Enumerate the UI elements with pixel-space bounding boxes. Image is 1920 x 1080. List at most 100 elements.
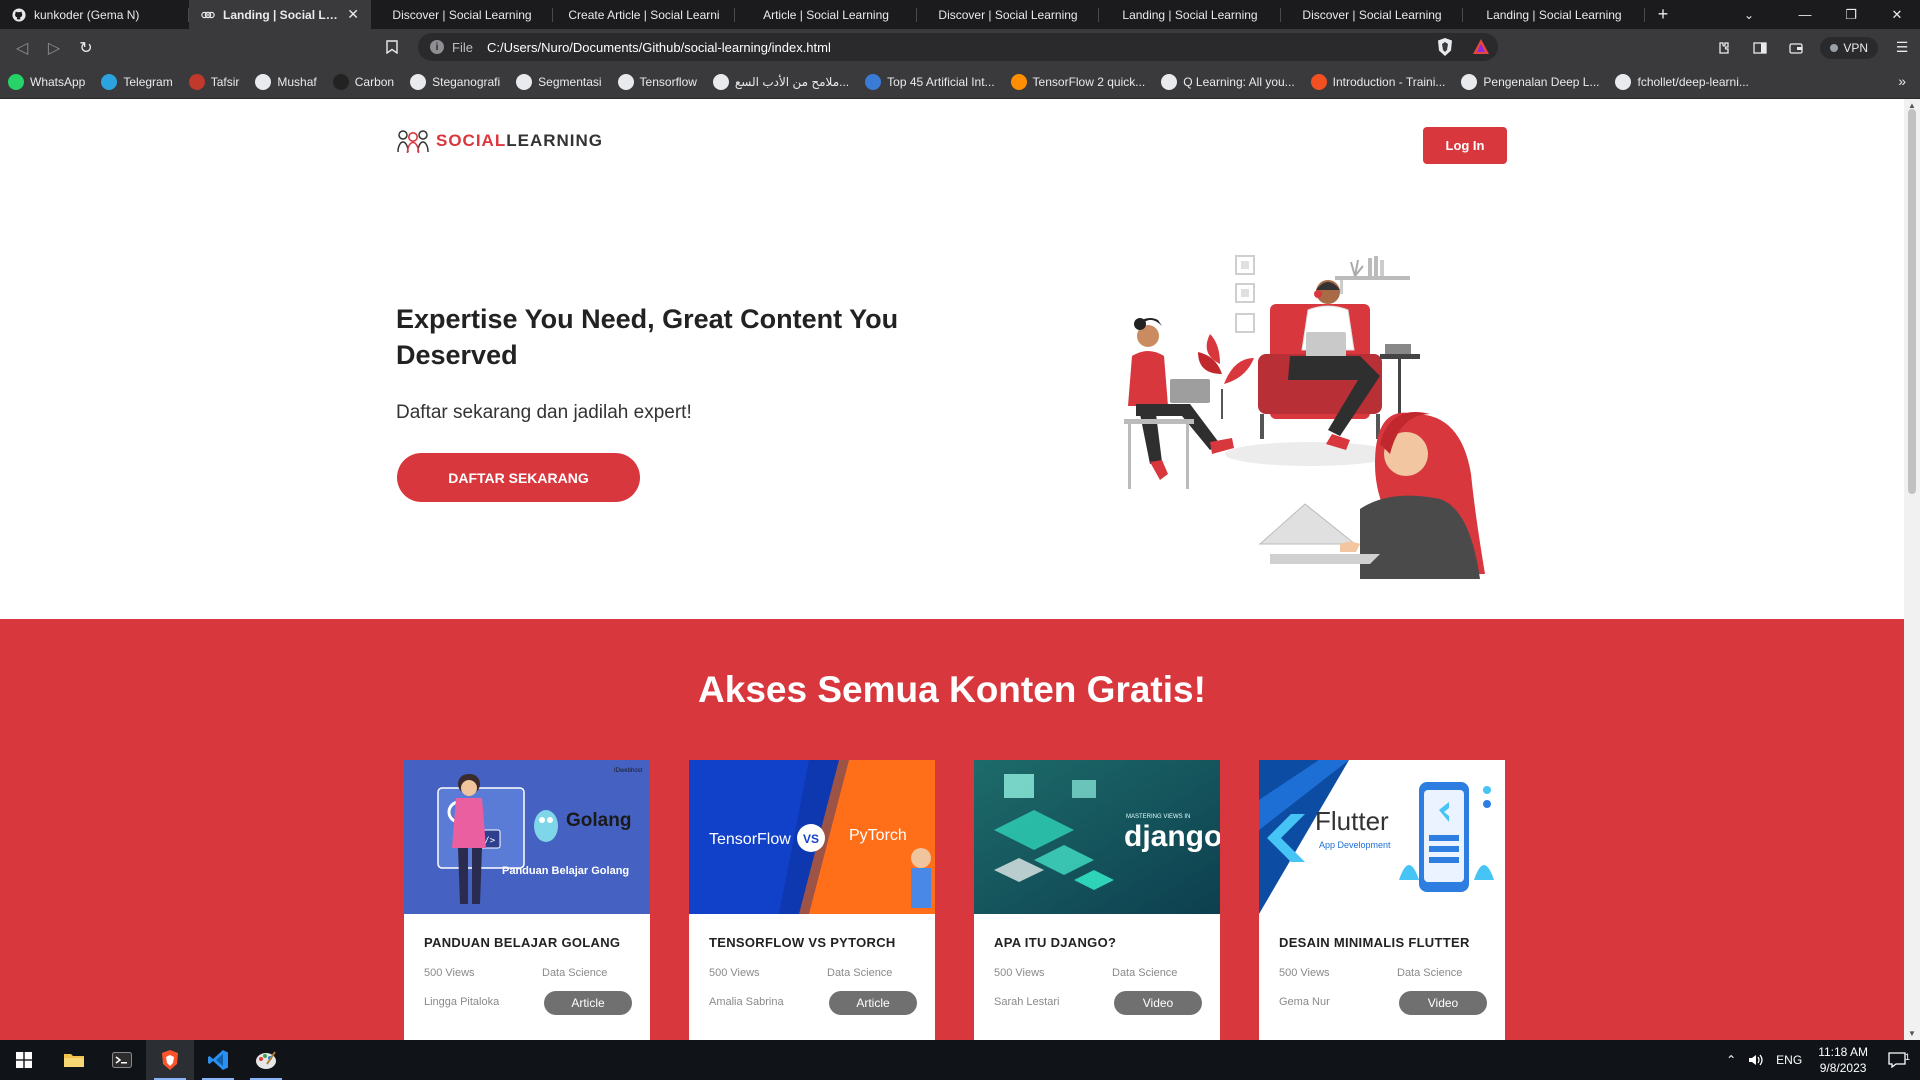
login-button[interactable]: Log In — [1423, 127, 1507, 164]
content-card-flutter[interactable]: Flutter App Development DESAIN MINIMALIS… — [1259, 760, 1505, 1040]
github-icon — [1615, 74, 1632, 90]
bookmark-item[interactable]: fchollet/deep-learni... — [1615, 74, 1749, 90]
tab-4[interactable]: Article | Social Learning — [735, 0, 917, 29]
tafsir-icon — [188, 74, 205, 90]
bookmark-label: Steganografi — [432, 75, 501, 89]
card-category: Data Science — [827, 967, 893, 979]
page-scrollbar[interactable]: ▲ ▼ — [1904, 99, 1920, 1040]
social-learning-icon — [201, 8, 215, 22]
scroll-down-arrow-icon[interactable]: ▼ — [1907, 1029, 1917, 1038]
brave-icon[interactable] — [146, 1040, 194, 1080]
tab-title: kunkoder (Gema N) — [34, 7, 140, 22]
tab-7[interactable]: Discover | Social Learning — [1281, 0, 1463, 29]
paint-icon[interactable] — [242, 1040, 290, 1080]
tab-search-chevron-icon[interactable]: ⌄ — [1731, 0, 1767, 29]
bookmark-item[interactable]: Carbon — [332, 74, 394, 90]
site-logo[interactable]: SOCIALLEARNING — [396, 128, 603, 154]
bookmark-item[interactable]: TensorFlow 2 quick... — [1010, 74, 1145, 90]
clock-time: 11:18 AM — [1818, 1045, 1868, 1059]
bookmark-label: ملامح من الأدب السع... — [734, 75, 850, 89]
card-type-badge[interactable]: Article — [829, 991, 917, 1015]
tab-5[interactable]: Discover | Social Learning — [917, 0, 1099, 29]
brave-rewards-icon[interactable] — [1472, 38, 1490, 56]
card-type-badge[interactable]: Article — [544, 991, 632, 1015]
card-thumbnail: MASTERING VIEWS IN django — [974, 760, 1220, 914]
tray-expand-chevron-icon[interactable]: ⌃ — [1720, 1053, 1742, 1067]
bookmark-item[interactable]: Mushaf — [255, 74, 317, 90]
content-card-golang[interactable]: </> Golang Panduan Belajar Golang IDwebh… — [404, 760, 650, 1040]
tab-3[interactable]: Create Article | Social Learni — [553, 0, 735, 29]
address-bar[interactable]: i File C:/Users/Nuro/Documents/Github/so… — [418, 33, 1498, 61]
tab-2[interactable]: Discover | Social Learning — [371, 0, 553, 29]
toolbar-right: VPN ☰ — [1706, 29, 1920, 66]
close-window-icon[interactable]: ✕ — [1874, 0, 1920, 29]
minimize-icon[interactable]: — — [1782, 0, 1828, 29]
hero-illustration — [1124, 255, 1485, 579]
card-type-badge[interactable]: Video — [1399, 991, 1487, 1015]
bookmark-item[interactable]: Telegram — [101, 74, 173, 90]
medium-icon — [1461, 74, 1478, 90]
bookmark-item[interactable]: WhatsApp — [8, 74, 85, 90]
tab-6[interactable]: Landing | Social Learning — [1099, 0, 1281, 29]
notification-center-icon[interactable]: 1 — [1878, 1052, 1920, 1068]
scroll-thumb[interactable] — [1908, 109, 1916, 494]
bookmark-item[interactable]: Steganografi — [410, 74, 500, 90]
django-thumb-text: django — [1124, 820, 1220, 853]
tab-1[interactable]: Landing | Social Learnin ✕ — [189, 0, 371, 29]
window-controls: — ❐ ✕ — [1782, 0, 1920, 29]
reload-icon[interactable]: ↻ — [70, 32, 102, 64]
card-thumbnail: Flutter App Development — [1259, 760, 1505, 914]
page-viewport: SOCIALLEARNING Log In Expertise You Need… — [0, 99, 1904, 1040]
terminal-icon[interactable] — [98, 1040, 146, 1080]
brave-shields-icon[interactable] — [1436, 37, 1454, 57]
content-card-django[interactable]: MASTERING VIEWS IN django APA ITU DJANGO… — [974, 760, 1220, 1040]
volume-icon[interactable] — [1742, 1053, 1770, 1067]
bookmark-label: Tensorflow — [639, 75, 697, 89]
taskbar-clock[interactable]: 11:18 AM 9/8/2023 — [1808, 1044, 1878, 1076]
bookmark-item[interactable]: Top 45 Artificial Int... — [865, 74, 995, 90]
bookmark-page-icon[interactable] — [386, 40, 398, 57]
bookmark-label: Pengenalan Deep L... — [1483, 75, 1600, 89]
section-title: Akses Semua Konten Gratis! — [698, 669, 1206, 710]
sidebar-icon[interactable] — [1742, 29, 1778, 66]
start-windows-icon[interactable] — [0, 1040, 48, 1080]
card-views: 500 Views — [1279, 967, 1330, 979]
card-title: PANDUAN BELAJAR GOLANG — [424, 935, 621, 950]
tab-close-icon[interactable]: ✕ — [347, 6, 359, 23]
bookmark-item[interactable]: Q Learning: All you... — [1161, 74, 1295, 90]
extensions-icon[interactable] — [1706, 29, 1742, 66]
tab-0[interactable]: kunkoder (Gema N) — [0, 0, 189, 29]
new-tab-icon[interactable]: + — [1645, 0, 1681, 29]
tab-8[interactable]: Landing | Social Learning — [1463, 0, 1645, 29]
bookmark-item[interactable]: Tafsir — [188, 74, 240, 90]
language-indicator[interactable]: ENG — [1770, 1053, 1808, 1067]
card-type-badge[interactable]: Video — [1114, 991, 1202, 1015]
golang-thumb-text: Golang — [566, 810, 631, 831]
register-now-button[interactable]: DAFTAR SEKARANG — [397, 453, 640, 502]
vpn-button[interactable]: VPN — [1820, 36, 1878, 59]
bookmark-item[interactable]: ملامح من الأدب السع... — [712, 74, 850, 90]
vscode-icon[interactable] — [194, 1040, 242, 1080]
bookmark-item[interactable]: Segmentasi — [516, 74, 602, 90]
content-card-tensorflow-pytorch[interactable]: TensorFlow VS PyTorch TENSORFLOW VS PYTO… — [689, 760, 935, 1040]
site-info-icon[interactable]: i — [430, 40, 444, 54]
bookmark-label: Q Learning: All you... — [1183, 75, 1295, 89]
file-explorer-icon[interactable] — [50, 1040, 98, 1080]
card-category: Data Science — [1112, 967, 1178, 979]
mushaf-icon — [255, 74, 272, 90]
bookmark-label: WhatsApp — [30, 75, 86, 89]
windows-taskbar: ⌃ ENG 11:18 AM 9/8/2023 1 — [0, 1040, 1920, 1080]
bookmark-label: Introduction - Traini... — [1332, 75, 1446, 89]
bookmark-item[interactable]: Introduction - Traini... — [1310, 74, 1446, 90]
card-author: Lingga Pitaloka — [424, 996, 500, 1008]
vpn-label: VPN — [1843, 40, 1868, 55]
bookmark-item[interactable]: Pengenalan Deep L... — [1461, 74, 1599, 90]
restore-icon[interactable]: ❐ — [1828, 0, 1874, 29]
back-icon[interactable]: ◁ — [6, 32, 38, 64]
bookmark-item[interactable]: Tensorflow — [617, 74, 697, 90]
bookmark-label: Tafsir — [210, 75, 240, 89]
wallet-icon[interactable] — [1778, 29, 1814, 66]
forward-icon[interactable]: ▷ — [38, 32, 70, 64]
more-bookmarks-icon[interactable]: » — [1898, 73, 1906, 89]
menu-icon[interactable]: ☰ — [1884, 29, 1920, 66]
